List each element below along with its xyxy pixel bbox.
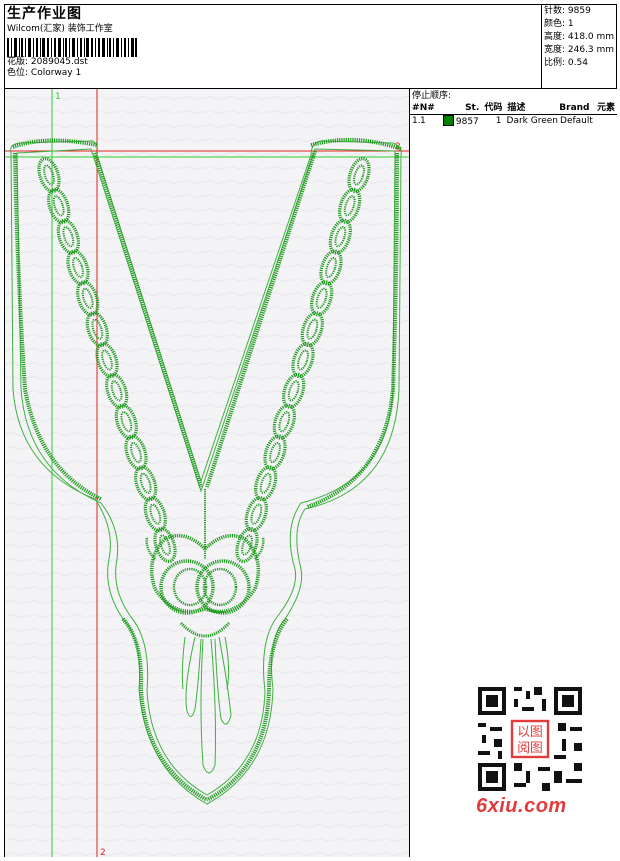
stat-stitches: 针数: 9859 bbox=[544, 6, 591, 16]
watermark-text: 6xiu.com bbox=[476, 795, 567, 817]
design-file-name: 2089045.dst bbox=[30, 57, 88, 67]
col-brand: Brand bbox=[559, 103, 590, 113]
stop-sequence-title: 停止顺序: bbox=[412, 91, 452, 101]
row-description: Dark Green bbox=[506, 116, 559, 126]
col-code: 代码 bbox=[484, 103, 503, 113]
design-stats: 针数: 9859 颜色: 1 高度: 418.0 mm 宽度: 246.3 mm… bbox=[541, 5, 618, 88]
row-stitches: 9857 bbox=[441, 115, 479, 128]
stat-colors: 颜色: 1 bbox=[544, 19, 574, 29]
embroidery-design: 1 2 2 bbox=[5, 89, 409, 857]
color-swatch bbox=[442, 115, 454, 126]
page-title: 生产作业图 bbox=[7, 6, 82, 22]
stat-height: 高度: 418.0 mm bbox=[544, 32, 615, 42]
col-needle: N# bbox=[419, 103, 435, 113]
design-label: 花版: bbox=[7, 57, 29, 67]
stat-width: 宽度: 246.3 mm bbox=[544, 45, 615, 55]
qr-code: 以图 阅图 bbox=[474, 683, 586, 795]
col-description: 描述 bbox=[507, 103, 526, 113]
row-needle: 1 bbox=[420, 116, 426, 126]
row-stitch-count: 9857 bbox=[455, 117, 479, 127]
qr-stamp-text-top: 以图 bbox=[517, 725, 543, 740]
company-name: Wilcom(汇家) 装饰工作室 bbox=[7, 24, 113, 34]
row-code: 1 bbox=[495, 116, 502, 126]
guide-label-1: 1 bbox=[55, 92, 61, 102]
stat-scale: 比例: 0.54 bbox=[544, 58, 588, 68]
row-brand: Default bbox=[560, 116, 593, 126]
row-hash: 1. bbox=[412, 116, 421, 126]
col-hash: # bbox=[412, 103, 420, 113]
row-element bbox=[594, 115, 615, 128]
colorway-name: Colorway 1 bbox=[30, 68, 82, 78]
colorway-label: 色位: bbox=[7, 68, 29, 78]
production-worksheet: 生产作业图 Wilcom(汇家) 装饰工作室 花版: 2089045.dst 色… bbox=[4, 4, 617, 857]
barcode bbox=[7, 38, 137, 57]
stop-sequence-panel: 停止顺序: # N# St. 代码 描述 Brand 元素 1. 1 9857 … bbox=[409, 89, 617, 857]
col-stitches: St. bbox=[465, 103, 480, 113]
qr-stamp-text-bottom: 阅图 bbox=[517, 741, 543, 756]
design-file-row: 花版: 2089045.dst bbox=[7, 57, 137, 68]
table-row: 1. 1 9857 1 Dark Green Default bbox=[410, 115, 617, 128]
stop-sequence-header: # N# St. 代码 描述 Brand 元素 bbox=[410, 103, 617, 115]
colorway-row: 色位: Colorway 1 bbox=[7, 68, 137, 79]
design-preview-canvas: 1 2 2 bbox=[5, 89, 409, 857]
guide-label-2-bottom: 2 bbox=[100, 848, 106, 857]
col-element: 元素 bbox=[597, 103, 616, 113]
header-left: 生产作业图 Wilcom(汇家) 装饰工作室 花版: 2089045.dst 色… bbox=[7, 6, 137, 79]
